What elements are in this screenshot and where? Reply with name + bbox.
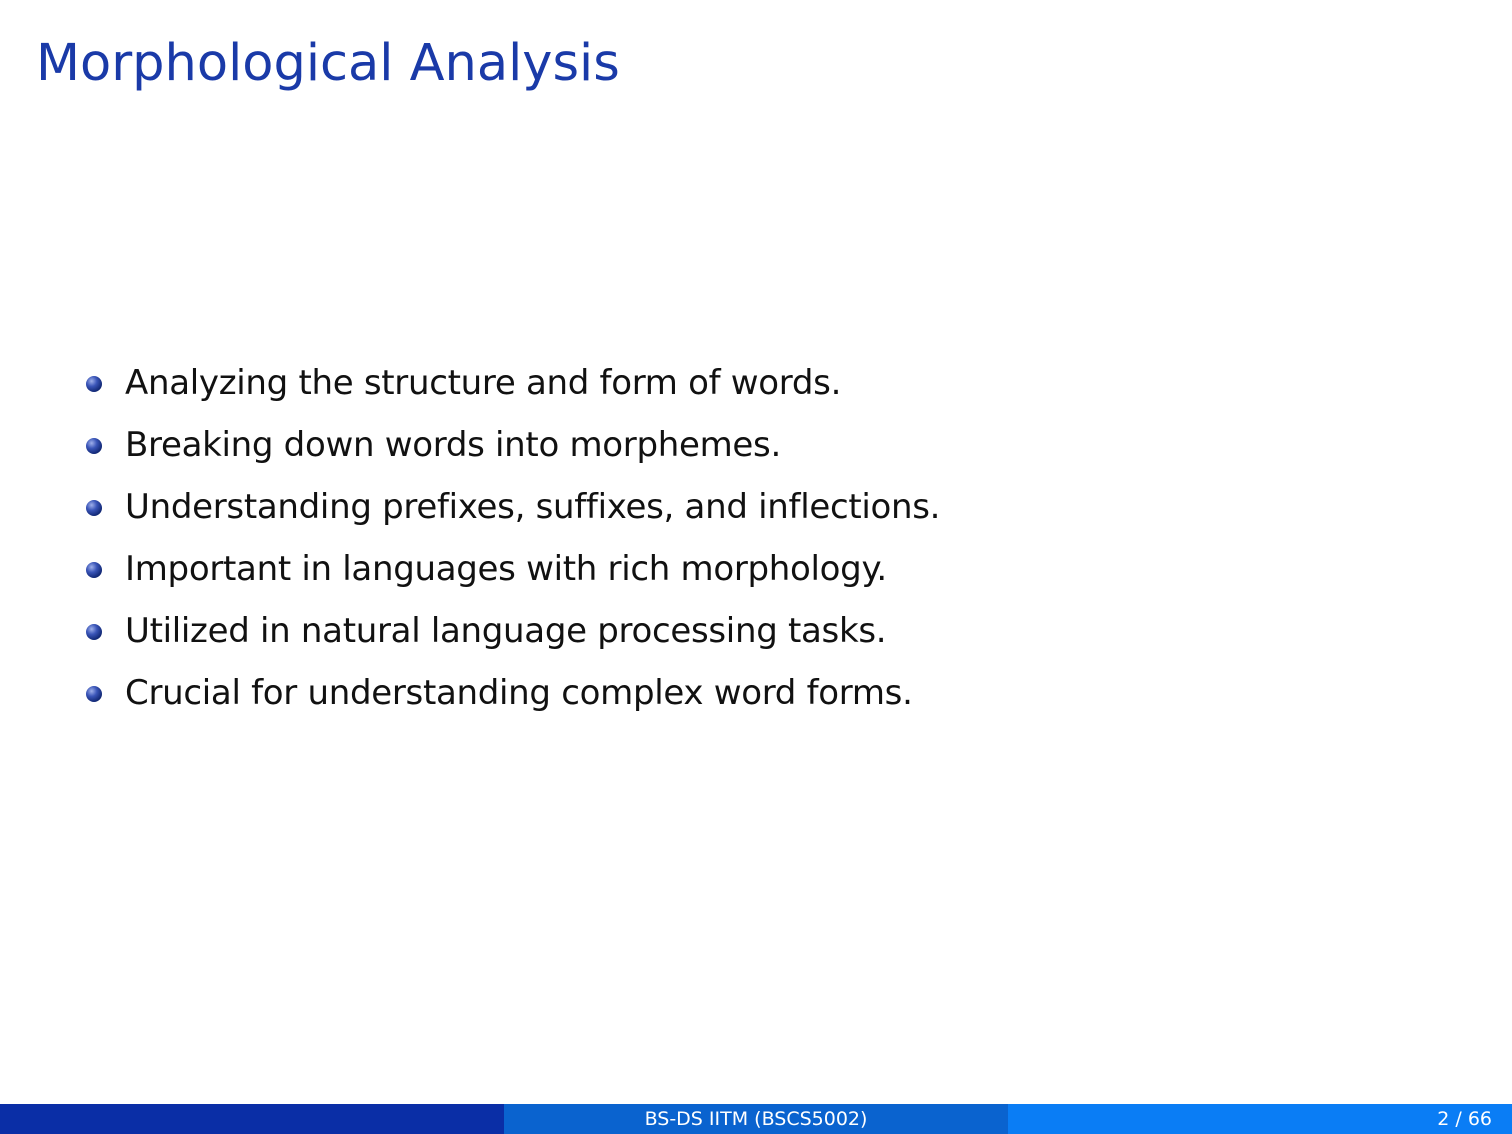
list-item: Utilized in natural language processing …	[84, 600, 940, 662]
list-item: Important in languages with rich morphol…	[84, 538, 940, 600]
bullet-text: Utilized in natural language processing …	[125, 611, 887, 651]
bullet-text: Understanding prefixes, suffixes, and in…	[125, 487, 941, 527]
list-item: Crucial for understanding complex word f…	[84, 662, 940, 724]
bullet-text: Analyzing the structure and form of word…	[125, 363, 842, 403]
bullet-icon	[86, 500, 102, 516]
bullet-icon	[86, 438, 102, 454]
slide: Morphological Analysis Analyzing the str…	[0, 0, 1512, 1134]
bullet-icon	[86, 562, 102, 578]
page-number: 2 / 66	[1437, 1108, 1492, 1130]
footer-course-label: BS-DS IITM (BSCS5002)	[644, 1108, 868, 1130]
footer-bar: BS-DS IITM (BSCS5002) 2 / 66	[0, 1104, 1512, 1134]
footer-left-segment	[0, 1104, 504, 1134]
footer-right-segment: 2 / 66	[1008, 1104, 1512, 1134]
bullet-icon	[86, 376, 102, 392]
list-item: Understanding prefixes, suffixes, and in…	[84, 476, 941, 538]
bullet-icon	[86, 624, 102, 640]
bullet-text: Important in languages with rich morphol…	[125, 549, 887, 589]
list-item: Analyzing the structure and form of word…	[84, 352, 940, 414]
bullet-icon	[86, 686, 102, 702]
bullet-text: Crucial for understanding complex word f…	[125, 673, 913, 713]
footer-center-segment: BS-DS IITM (BSCS5002)	[504, 1104, 1008, 1134]
slide-title: Morphological Analysis	[36, 34, 620, 93]
list-item: Breaking down words into morphemes.	[84, 414, 940, 476]
bullet-text: Breaking down words into morphemes.	[125, 425, 781, 465]
bullet-list: Analyzing the structure and form of word…	[84, 352, 941, 724]
